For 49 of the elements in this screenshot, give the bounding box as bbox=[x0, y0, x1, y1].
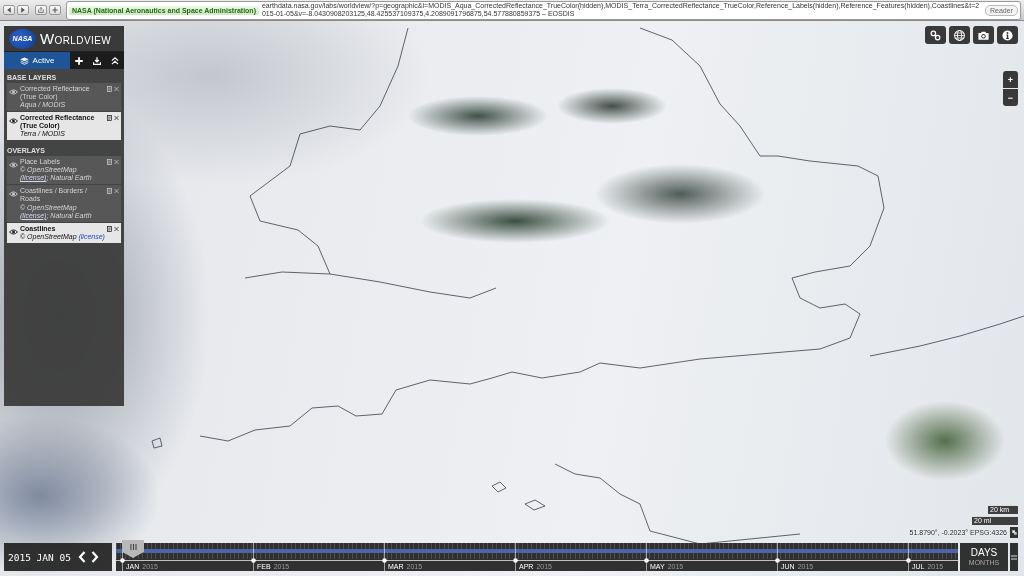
document-icon[interactable] bbox=[107, 115, 112, 122]
layers-icon bbox=[19, 56, 29, 65]
date-label[interactable]: 2015 JAN 05 bbox=[8, 551, 71, 563]
plus-icon bbox=[52, 7, 58, 13]
next-day-button[interactable] bbox=[89, 549, 100, 565]
share-link-button[interactable] bbox=[925, 26, 946, 44]
month-marker-icon bbox=[251, 558, 256, 563]
grip-icon bbox=[129, 544, 137, 550]
month-marker-icon bbox=[906, 558, 911, 563]
chevron-right-icon bbox=[90, 551, 99, 563]
month-marker-icon bbox=[775, 558, 780, 563]
month-marker-icon bbox=[382, 558, 387, 563]
download-icon bbox=[93, 56, 101, 65]
eye-icon[interactable] bbox=[9, 118, 18, 125]
document-icon[interactable] bbox=[107, 225, 112, 232]
collapse-timeline-button[interactable] bbox=[1010, 543, 1018, 571]
forward-arrow-icon bbox=[20, 7, 26, 13]
share-icon bbox=[38, 7, 44, 13]
back-arrow-icon bbox=[6, 7, 12, 13]
coordinate-format-button[interactable] bbox=[1010, 527, 1018, 538]
info-icon bbox=[1002, 29, 1013, 41]
back-button[interactable] bbox=[3, 5, 15, 15]
share-button[interactable] bbox=[35, 5, 47, 15]
month-marker-icon bbox=[513, 558, 518, 563]
address-bar[interactable] bbox=[66, 0, 1021, 20]
active-layers-tab[interactable]: Active bbox=[4, 52, 70, 69]
forward-button[interactable] bbox=[17, 5, 29, 15]
plus-icon bbox=[75, 56, 83, 65]
close-icon[interactable] bbox=[114, 225, 119, 232]
link-icon bbox=[930, 29, 941, 41]
projection-button[interactable] bbox=[949, 26, 970, 44]
double-chevron-up-icon bbox=[111, 56, 119, 65]
chevron-left-icon bbox=[77, 551, 86, 563]
app-title: WORLDVIEW bbox=[40, 30, 112, 47]
eye-icon[interactable] bbox=[9, 228, 18, 235]
zoom-level-option[interactable]: DAYS bbox=[970, 547, 998, 558]
globe-icon bbox=[954, 29, 965, 41]
previous-day-button[interactable] bbox=[76, 549, 87, 565]
camera-icon bbox=[978, 29, 989, 41]
month-marker-icon bbox=[644, 558, 649, 563]
add-button[interactable] bbox=[49, 5, 61, 15]
zoom-out-button[interactable]: − bbox=[1003, 89, 1018, 106]
squares-icon bbox=[1011, 530, 1017, 535]
close-icon[interactable] bbox=[114, 115, 119, 122]
double-bar-icon bbox=[1011, 554, 1017, 560]
info-button[interactable] bbox=[997, 26, 1018, 44]
month-marker-icon bbox=[120, 558, 125, 563]
zoom-in-button[interactable]: + bbox=[1003, 71, 1018, 88]
snapshot-button[interactable] bbox=[973, 26, 994, 44]
